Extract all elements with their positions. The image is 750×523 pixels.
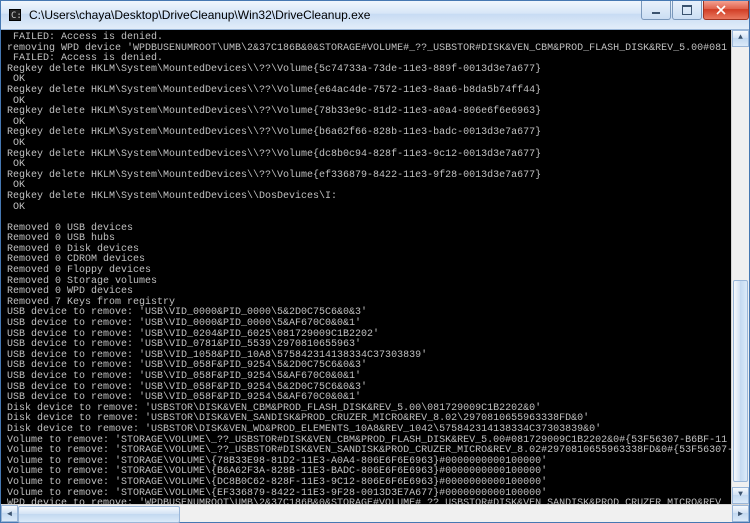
scroll-right-button[interactable]: ► [732, 505, 749, 522]
console-line: Volume to remove: 'STORAGE\VOLUME\{DC8B0… [7, 478, 739, 489]
console-line: Disk device to remove: 'USBSTOR\DISK&VEN… [7, 425, 739, 436]
console-line: Regkey delete HKLM\System\MountedDevices… [7, 65, 739, 76]
horizontal-scroll-track[interactable] [18, 505, 732, 522]
console-output: FAILED: Access is denied.removing WPD de… [1, 30, 749, 504]
scroll-down-button[interactable]: ▼ [732, 487, 749, 504]
console-line: Regkey delete HKLM\System\MountedDevices… [7, 150, 739, 161]
app-window: C: C:\Users\chaya\Desktop\DriveCleanup\W… [0, 0, 750, 523]
console-line: USB device to remove: 'USB\VID_058F&PID_… [7, 372, 739, 383]
console-line: OK [7, 203, 739, 214]
console-line: Regkey delete HKLM\System\MountedDevices… [7, 107, 739, 118]
console-line: Removed 0 USB devices [7, 224, 739, 235]
console-line: Regkey delete HKLM\System\MountedDevices… [7, 171, 739, 182]
window-controls [640, 1, 749, 29]
horizontal-scrollbar[interactable]: ◄ ► [1, 504, 749, 522]
console-line: OK [7, 139, 739, 150]
scroll-up-button[interactable]: ▲ [732, 30, 749, 47]
close-button[interactable] [703, 1, 749, 20]
vertical-scroll-thumb[interactable] [733, 280, 748, 482]
svg-text:C:: C: [11, 11, 22, 21]
window-title: C:\Users\chaya\Desktop\DriveCleanup\Win3… [29, 8, 640, 22]
app-icon: C: [7, 7, 23, 23]
console-line: Regkey delete HKLM\System\MountedDevices… [7, 192, 739, 203]
titlebar[interactable]: C: C:\Users\chaya\Desktop\DriveCleanup\W… [1, 1, 749, 30]
scroll-left-button[interactable]: ◄ [1, 505, 18, 522]
vertical-scrollbar[interactable]: ▲ ▼ [731, 30, 749, 504]
maximize-button[interactable] [672, 1, 702, 20]
console-line: Regkey delete HKLM\System\MountedDevices… [7, 128, 739, 139]
console-line: Regkey delete HKLM\System\MountedDevices… [7, 86, 739, 97]
console-line: FAILED: Access is denied. [7, 33, 739, 44]
minimize-button[interactable] [641, 1, 671, 20]
horizontal-scroll-thumb[interactable] [18, 506, 180, 523]
